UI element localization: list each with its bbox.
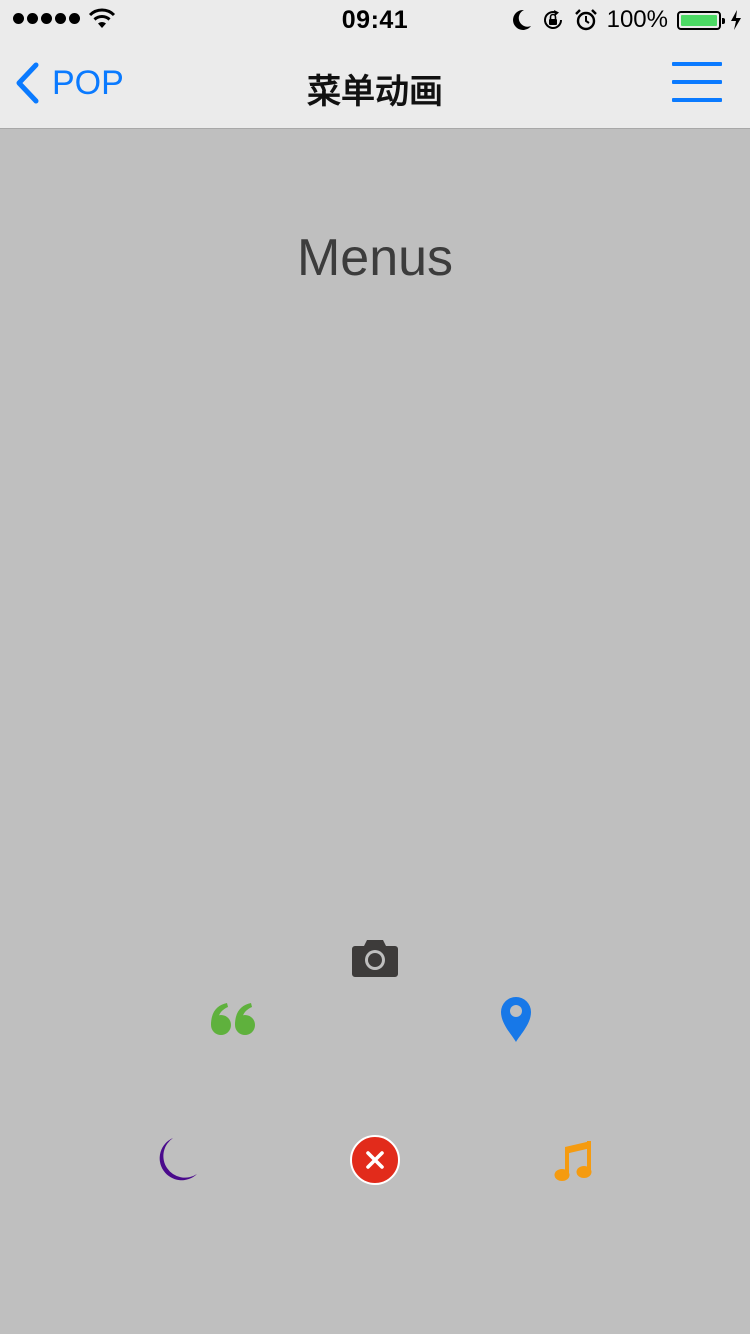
hamburger-menu-button[interactable] [672, 62, 722, 104]
camera-icon[interactable] [351, 938, 399, 978]
quote-icon[interactable] [209, 1002, 257, 1036]
battery-percent: 100% [606, 6, 668, 33]
location-pin-icon[interactable] [499, 995, 533, 1043]
alarm-icon [574, 9, 597, 31]
charging-icon [731, 10, 741, 30]
battery-icon [677, 10, 725, 30]
do-not-disturb-moon-icon [512, 9, 531, 30]
moon-icon[interactable] [151, 1136, 199, 1184]
close-icon[interactable] [349, 1134, 401, 1186]
status-bar: 09:41 100% [0, 0, 750, 40]
rotation-lock-icon [543, 10, 562, 29]
page-title: 菜单动画 [307, 73, 443, 111]
menus-heading: Menus [296, 229, 454, 287]
battery-level-fill [681, 14, 717, 26]
music-note-icon[interactable] [553, 1139, 593, 1183]
status-indicators: 100% [512, 6, 742, 34]
navigation-bar: POP 菜单动画 [0, 40, 750, 129]
